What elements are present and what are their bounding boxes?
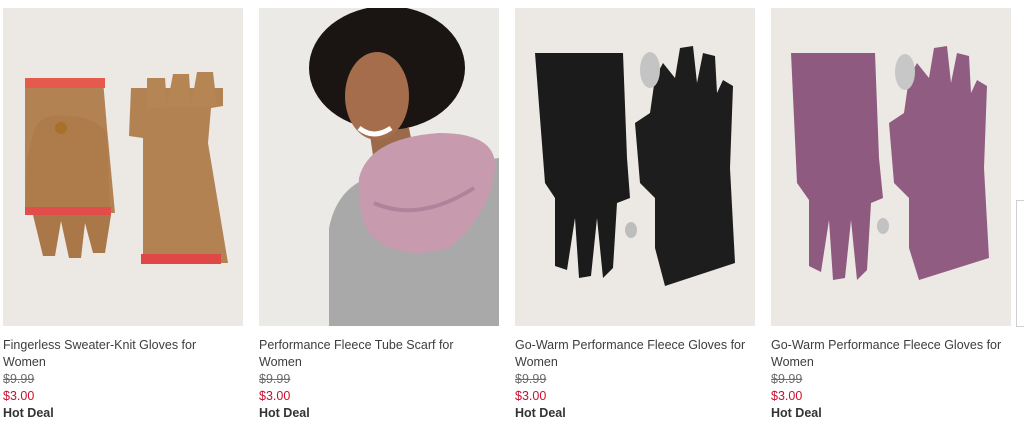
product-image-black-gloves[interactable] xyxy=(515,8,755,326)
carousel-next-arrow-icon[interactable] xyxy=(1016,200,1024,327)
purple-fleece-gloves-image xyxy=(771,8,1011,326)
black-fleece-gloves-image xyxy=(515,8,755,326)
product-carousel: Fingerless Sweater-Knit Gloves for Women… xyxy=(0,0,1024,441)
hot-deal-badge: Hot Deal xyxy=(515,406,566,420)
fingerless-gloves-image xyxy=(3,8,243,326)
product-card[interactable]: Go-Warm Performance Fleece Gloves for Wo… xyxy=(515,8,755,422)
hot-deal-badge: Hot Deal xyxy=(259,406,310,420)
sale-price: $3.00 xyxy=(515,389,547,403)
original-price: $9.99 xyxy=(771,372,803,386)
original-price: $9.99 xyxy=(515,372,547,386)
original-price: $9.99 xyxy=(259,372,291,386)
sale-price: $3.00 xyxy=(3,389,35,403)
product-title[interactable]: Go-Warm Performance Fleece Gloves for Wo… xyxy=(515,337,751,371)
sale-price: $3.00 xyxy=(259,389,291,403)
product-card[interactable]: Fingerless Sweater-Knit Gloves for Women… xyxy=(3,8,243,422)
product-title[interactable]: Fingerless Sweater-Knit Gloves for Women xyxy=(3,337,239,371)
product-title[interactable]: Go-Warm Performance Fleece Gloves for Wo… xyxy=(771,337,1007,371)
product-title[interactable]: Performance Fleece Tube Scarf for Women xyxy=(259,337,495,371)
hot-deal-badge: Hot Deal xyxy=(3,406,54,420)
hot-deal-badge: Hot Deal xyxy=(771,406,822,420)
original-price: $9.99 xyxy=(3,372,35,386)
sale-price: $3.00 xyxy=(771,389,803,403)
product-image-tube-scarf[interactable] xyxy=(259,8,499,326)
tube-scarf-model-image xyxy=(259,8,499,326)
product-image-fingerless-gloves[interactable] xyxy=(3,8,243,326)
product-card[interactable]: Performance Fleece Tube Scarf for Women … xyxy=(259,8,499,422)
product-image-purple-gloves[interactable] xyxy=(771,8,1011,326)
product-card[interactable]: Go-Warm Performance Fleece Gloves for Wo… xyxy=(771,8,1011,422)
